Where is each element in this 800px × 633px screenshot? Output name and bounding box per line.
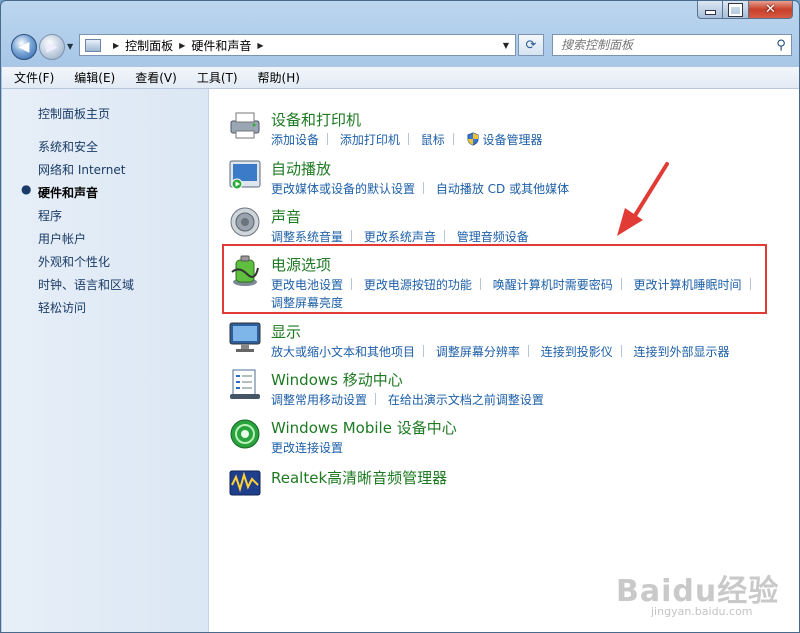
link-divider — [452, 133, 454, 145]
arrow-right-icon: ▶ — [46, 39, 58, 55]
link-mouse[interactable]: 鼠标 — [421, 131, 445, 148]
link-manage-audio-devices[interactable]: 管理音频设备 — [457, 228, 529, 245]
menu-edit[interactable]: 编辑(E) — [62, 69, 123, 86]
sidebar-item-home[interactable]: 控制面板主页 — [38, 105, 110, 122]
link-projector[interactable]: 连接到投影仪 — [541, 343, 613, 360]
search-input[interactable] — [559, 37, 771, 53]
category-links: 调整系统音量 更改系统声音 管理音频设备 — [271, 228, 529, 245]
menu-view[interactable]: 查看(V) — [123, 69, 185, 86]
baidu-watermark: Baidu经验 — [616, 574, 780, 609]
forward-button[interactable]: ▶ — [39, 34, 65, 60]
link-text-size[interactable]: 放大或缩小文本和其他项目 — [271, 343, 415, 360]
mobility-center-icon[interactable] — [227, 367, 263, 403]
arrow-left-icon: ◀ — [18, 39, 30, 55]
sidebar: 控制面板主页 系统和安全 网络和 Internet ● 硬件和声音 程序 用户帐… — [2, 89, 209, 632]
link-connection-settings[interactable]: 更改连接设置 — [271, 439, 343, 456]
mobile-device-center-icon[interactable] — [227, 415, 263, 451]
minimize-icon — [704, 10, 716, 15]
back-button[interactable]: ◀ — [11, 34, 37, 60]
recent-pages-dropdown[interactable]: ▼ — [67, 42, 73, 51]
category-links: 更改连接设置 — [271, 439, 343, 456]
autoplay-icon[interactable] — [227, 156, 263, 192]
sidebar-item-ease-of-access[interactable]: 轻松访问 — [38, 299, 86, 316]
current-item-bullet-icon: ● — [21, 182, 32, 196]
link-divider — [423, 182, 425, 194]
printer-icon[interactable] — [227, 107, 263, 143]
link-change-sounds[interactable]: 更改系统声音 — [364, 228, 436, 245]
search-box: ⚲ — [552, 34, 792, 56]
category-links: 添加设备 添加打印机 鼠标 设备管理器 — [271, 131, 543, 148]
link-mobility-settings[interactable]: 调整常用移动设置 — [271, 391, 367, 408]
link-external-display[interactable]: 连接到外部显示器 — [634, 343, 730, 360]
maximize-button[interactable] — [723, 1, 749, 19]
baidu-watermark-url: jingyan.baidu.com — [651, 605, 753, 618]
category-title[interactable]: 自动播放 — [271, 158, 331, 179]
category-links: 放大或缩小文本和其他项目 调整屏幕分辨率 连接到投影仪 连接到外部显示器 — [271, 343, 730, 360]
menu-help[interactable]: 帮助(H) — [246, 69, 308, 86]
breadcrumb-chevron-icon[interactable]: ▶ — [257, 41, 263, 50]
sidebar-item-user-accounts[interactable]: 用户帐户 — [38, 230, 86, 247]
link-device-manager[interactable]: 设备管理器 — [483, 131, 543, 148]
minimize-button[interactable] — [697, 1, 723, 19]
shield-icon — [467, 132, 479, 146]
category-links: 调整常用移动设置 在给出演示文档之前调整设置 — [271, 391, 544, 408]
maximize-icon — [729, 3, 742, 16]
sidebar-item-network[interactable]: 网络和 Internet — [38, 161, 125, 178]
link-adjust-volume[interactable]: 调整系统音量 — [271, 228, 343, 245]
address-bar[interactable]: ▶ 控制面板 ▶ 硬件和声音 ▶ ▼ — [79, 34, 516, 56]
monitor-icon[interactable] — [227, 319, 263, 355]
breadcrumb: ▶ 控制面板 ▶ 硬件和声音 ▶ — [107, 37, 270, 54]
link-presentation-settings[interactable]: 在给出演示文档之前调整设置 — [388, 391, 544, 408]
menu-tools[interactable]: 工具(T) — [185, 69, 246, 86]
sidebar-item-hardware-sound: 硬件和声音 — [38, 186, 99, 200]
address-dropdown-icon[interactable]: ▼ — [503, 41, 509, 50]
annotation-highlight-box — [222, 244, 767, 314]
link-divider — [620, 345, 622, 357]
link-divider — [351, 230, 353, 242]
close-button[interactable]: ✕ — [749, 1, 793, 19]
breadcrumb-item[interactable]: 硬件和声音 — [191, 37, 251, 54]
breadcrumb-chevron-icon[interactable]: ▶ — [179, 41, 185, 50]
category-title[interactable]: 设备和打印机 — [271, 109, 361, 130]
link-divider — [527, 345, 529, 357]
link-divider — [443, 230, 445, 242]
link-change-default-media[interactable]: 更改媒体或设备的默认设置 — [271, 180, 415, 197]
link-autoplay-cd[interactable]: 自动播放 CD 或其他媒体 — [436, 180, 569, 197]
breadcrumb-chevron-icon[interactable]: ▶ — [113, 41, 119, 50]
control-panel-window: ✕ ◀ ▶ ▼ ▶ 控制面板 ▶ 硬件和声音 ▶ ▼ ⟳ ⚲ 文件(F) 编辑(… — [0, 0, 800, 633]
menu-bar: 文件(F) 编辑(E) 查看(V) 工具(T) 帮助(H) — [2, 67, 799, 89]
speaker-icon[interactable] — [227, 204, 263, 240]
category-title[interactable]: Windows 移动中心 — [271, 369, 403, 390]
menu-file[interactable]: 文件(F) — [2, 69, 62, 86]
link-add-device[interactable]: 添加设备 — [271, 131, 319, 148]
sidebar-item-system-security[interactable]: 系统和安全 — [38, 138, 98, 155]
realtek-audio-icon[interactable] — [227, 465, 263, 501]
link-divider — [375, 393, 377, 405]
annotation-arrow-icon — [617, 162, 669, 236]
link-add-printer[interactable]: 添加打印机 — [340, 131, 400, 148]
search-icon[interactable]: ⚲ — [771, 38, 791, 53]
category-title[interactable]: Windows Mobile 设备中心 — [271, 417, 457, 438]
window-controls: ✕ — [697, 1, 793, 19]
refresh-button[interactable]: ⟳ — [518, 34, 544, 56]
link-divider — [423, 345, 425, 357]
category-title[interactable]: 显示 — [271, 321, 301, 342]
close-icon: ✕ — [765, 2, 776, 17]
sidebar-item-appearance[interactable]: 外观和个性化 — [38, 253, 110, 270]
refresh-icon: ⟳ — [525, 37, 537, 53]
category-title[interactable]: Realtek高清晰音频管理器 — [271, 467, 447, 488]
sidebar-item-clock-language[interactable]: 时钟、语言和区域 — [38, 276, 134, 293]
link-divider — [407, 133, 409, 145]
content-pane: 设备和打印机 添加设备 添加打印机 鼠标 设备管理器 自动播放 更改媒体或设备的… — [209, 89, 799, 632]
navigation-bar: ◀ ▶ ▼ ▶ 控制面板 ▶ 硬件和声音 ▶ ▼ ⟳ ⚲ — [1, 29, 799, 63]
category-links: 更改媒体或设备的默认设置 自动播放 CD 或其他媒体 — [271, 180, 569, 197]
sidebar-item-programs[interactable]: 程序 — [38, 207, 62, 224]
link-divider — [327, 133, 329, 145]
category-title[interactable]: 声音 — [271, 206, 301, 227]
breadcrumb-item[interactable]: 控制面板 — [125, 37, 173, 54]
control-panel-icon — [85, 38, 101, 52]
link-resolution[interactable]: 调整屏幕分辨率 — [436, 343, 520, 360]
